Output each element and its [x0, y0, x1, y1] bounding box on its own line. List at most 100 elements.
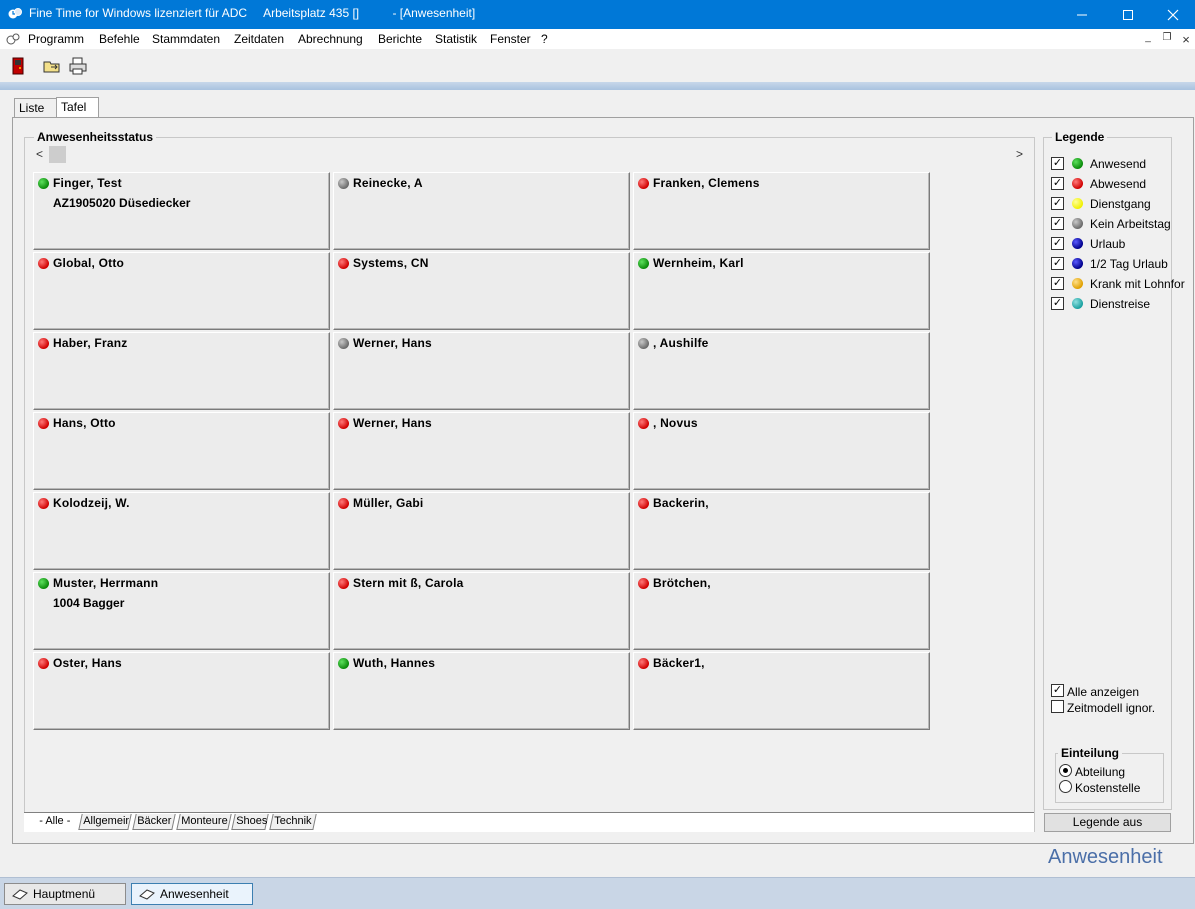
maximize-button[interactable] [1105, 0, 1151, 29]
employee-card[interactable]: Stern mit ß, Carola [333, 572, 630, 650]
employee-card[interactable]: Werner, Hans [333, 412, 630, 490]
folder-arrow-icon[interactable] [42, 56, 62, 76]
dept-tab-allgemein[interactable]: Allgemeir [78, 814, 132, 830]
menu-stammdaten[interactable]: Stammdaten [152, 32, 220, 46]
legend-checkbox[interactable]: ✓ [1051, 157, 1064, 170]
dept-tab-baecker[interactable]: Bäcker [132, 814, 176, 830]
legend-checkbox[interactable]: ✓ [1051, 197, 1064, 210]
toolbar [0, 49, 1195, 82]
window-tab-icon [12, 889, 28, 900]
status-dot-icon [638, 418, 649, 429]
scroll-thumb[interactable] [49, 146, 66, 163]
status-dot-icon [338, 338, 349, 349]
employee-card[interactable]: , Aushilfe [633, 332, 930, 410]
legend-label: Urlaub [1090, 237, 1126, 251]
exit-door-icon[interactable] [8, 56, 28, 76]
employee-name: Muster, Herrmann [53, 576, 159, 590]
taskbar-label: Anwesenheit [160, 887, 229, 901]
employee-card[interactable]: Systems, CN [333, 252, 630, 330]
taskbar-anwesenheit[interactable]: Anwesenheit [131, 883, 253, 905]
legend-toggle-button[interactable]: Legende aus [1044, 813, 1171, 832]
status-dot-icon [638, 338, 649, 349]
legend-dot-icon [1072, 258, 1083, 269]
employee-card[interactable]: Wernheim, Karl [633, 252, 930, 330]
dept-tab-alle[interactable]: - Alle - [34, 814, 76, 830]
scroll-left-icon[interactable]: < [36, 147, 43, 161]
show-all-checkbox[interactable]: ✓ [1051, 684, 1064, 697]
close-button[interactable] [1150, 0, 1195, 29]
tab-liste[interactable]: Liste [14, 98, 57, 118]
window-tab-icon [139, 889, 155, 900]
menu-fenster[interactable]: Fenster [490, 32, 531, 46]
legend-label: Dienstgang [1090, 197, 1151, 211]
dept-tab-shoes[interactable]: Shoes [231, 814, 269, 830]
menu-zeitdaten[interactable]: Zeitdaten [234, 32, 284, 46]
employee-name: Brötchen, [653, 576, 711, 590]
employee-name: , Aushilfe [653, 336, 709, 350]
employee-card[interactable]: Wuth, Hannes [333, 652, 630, 730]
menu-berichte[interactable]: Berichte [378, 32, 422, 46]
status-dot-icon [338, 418, 349, 429]
legend-dot-icon [1072, 238, 1083, 249]
printer-icon[interactable] [68, 56, 88, 76]
legend-checkbox[interactable]: ✓ [1051, 277, 1064, 290]
menu-programm[interactable]: Programm [28, 32, 84, 46]
legend-checkbox[interactable]: ✓ [1051, 217, 1064, 230]
taskbar-hauptmenue[interactable]: Hauptmenü [4, 883, 126, 905]
employee-name: Reinecke, A [353, 176, 423, 190]
window-taskbar: Hauptmenü Anwesenheit [0, 877, 1195, 909]
horizontal-scrollbar[interactable]: < > [32, 146, 1030, 163]
document-clock-icon[interactable] [6, 32, 20, 46]
employee-card[interactable]: Müller, Gabi [333, 492, 630, 570]
kostenstelle-radio[interactable] [1059, 780, 1072, 793]
menu-statistik[interactable]: Statistik [435, 32, 477, 46]
employee-card[interactable]: Bäcker1, [633, 652, 930, 730]
menu-help[interactable]: ? [541, 32, 548, 46]
division-title: Einteilung [1058, 746, 1122, 760]
scroll-right-icon[interactable]: > [1016, 147, 1023, 161]
dept-tab-monteure[interactable]: Monteure [176, 814, 232, 830]
legend-dot-icon [1072, 178, 1083, 189]
employee-card[interactable]: Muster, Herrmann 1004 Bagger [33, 572, 330, 650]
employee-card[interactable]: Werner, Hans [333, 332, 630, 410]
employee-card[interactable]: Backerin, [633, 492, 930, 570]
abteilung-radio[interactable] [1059, 764, 1072, 777]
menu-befehle[interactable]: Befehle [99, 32, 140, 46]
employee-card[interactable]: Brötchen, [633, 572, 930, 650]
employee-card[interactable]: Kolodzeij, W. [33, 492, 330, 570]
status-dot-icon [38, 338, 49, 349]
employee-card[interactable]: Franken, Clemens [633, 172, 930, 250]
dept-tab-technik[interactable]: Technik [269, 814, 317, 830]
employee-name: Finger, Test [53, 176, 122, 190]
dept-tab-label: Monteure [181, 815, 228, 827]
status-dot-icon [338, 178, 349, 189]
tab-tafel[interactable]: Tafel [56, 97, 99, 118]
legend-label: Anwesend [1090, 157, 1147, 171]
employee-card[interactable]: Global, Otto [33, 252, 330, 330]
employee-card[interactable]: Oster, Hans [33, 652, 330, 730]
ignore-model-checkbox[interactable] [1051, 700, 1064, 713]
mdi-minimize-button[interactable]: _ [1140, 32, 1156, 46]
employee-card[interactable]: Haber, Franz [33, 332, 330, 410]
minimize-button[interactable] [1059, 0, 1105, 29]
maximize-icon [1123, 9, 1133, 20]
legend-checkbox[interactable]: ✓ [1051, 237, 1064, 250]
mdi-restore-button[interactable]: ❐ [1159, 32, 1175, 46]
employee-card[interactable]: Reinecke, A [333, 172, 630, 250]
legend-checkbox[interactable]: ✓ [1051, 177, 1064, 190]
employee-card[interactable]: , Novus [633, 412, 930, 490]
status-dot-icon [638, 178, 649, 189]
employee-name: Haber, Franz [53, 336, 128, 350]
employee-card[interactable]: Hans, Otto [33, 412, 330, 490]
menu-abrechnung[interactable]: Abrechnung [298, 32, 363, 46]
window-title: Fine Time for Windows lizenziert für ADC… [29, 6, 476, 20]
mdi-close-button[interactable]: × [1178, 32, 1194, 47]
title-bar: Fine Time for Windows lizenziert für ADC… [0, 0, 1195, 29]
dept-tab-label: - Alle - [39, 815, 71, 827]
legend-checkbox[interactable]: ✓ [1051, 297, 1064, 310]
legend-checkbox[interactable]: ✓ [1051, 257, 1064, 270]
employee-card[interactable]: Finger, Test AZ1905020 Düsediecker [33, 172, 330, 250]
taskbar-label: Hauptmenü [33, 887, 96, 901]
legend-dot-icon [1072, 158, 1083, 169]
status-dot-icon [38, 658, 49, 669]
